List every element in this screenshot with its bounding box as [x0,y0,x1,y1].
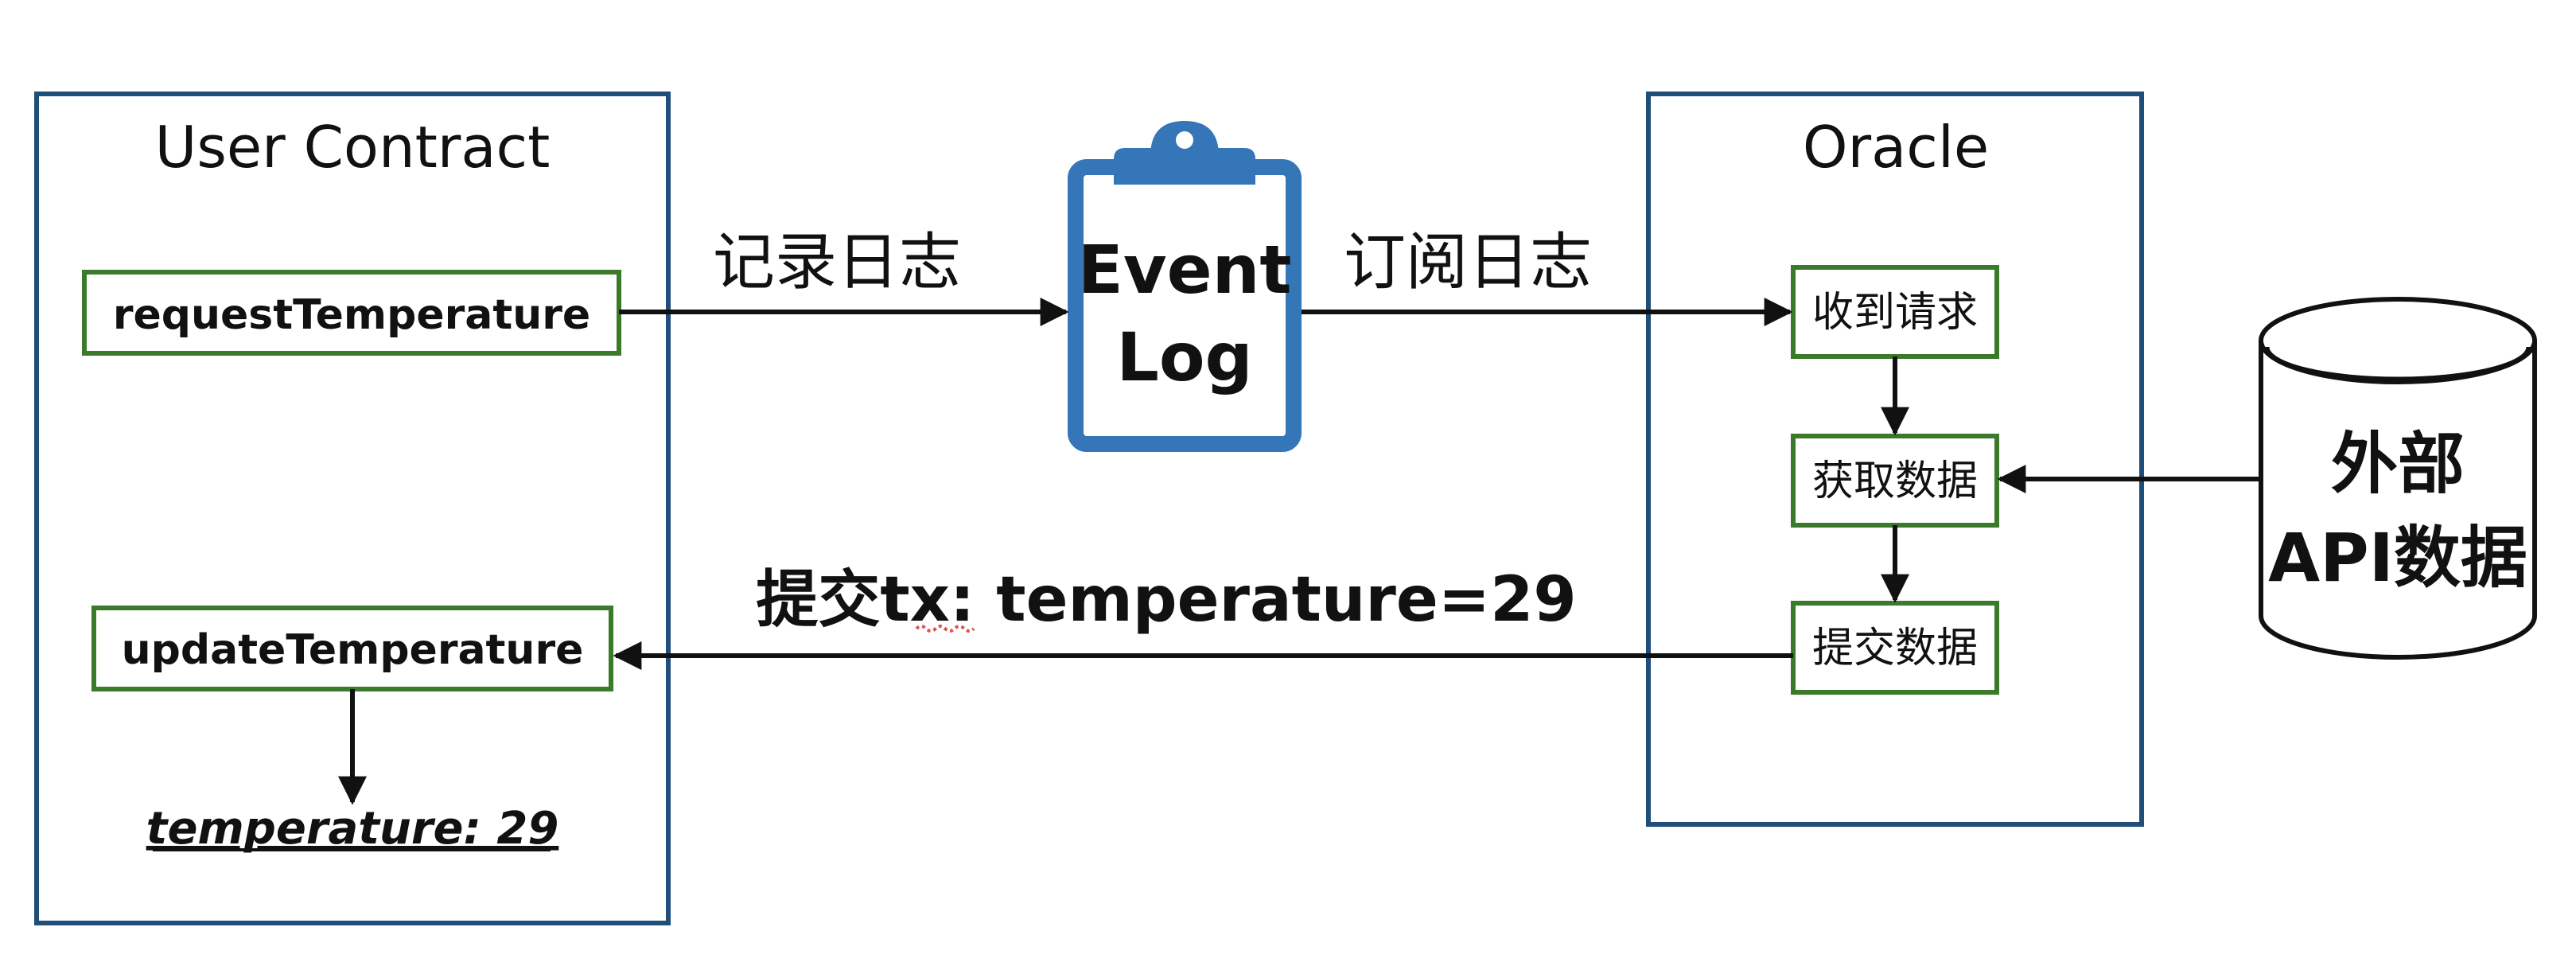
user-contract-container: User Contract requestTemperature updateT… [34,92,671,925]
oracle-container: Oracle 收到请求 获取数据 提交数据 [1646,92,2144,827]
event-log-clipboard: Event Log [1068,121,1302,452]
event-log-line1: Event [1077,231,1291,309]
external-api-line2: API数据 [2268,519,2527,597]
submit-tx-prefix: 提交 [756,564,880,636]
submit-tx-rest: : temperature=29 [950,564,1577,636]
event-log-line2: Log [1116,318,1252,396]
oracle-flow-diagram: User Contract requestTemperature updateT… [34,92,2537,925]
oracle-step-submit-label: 提交数据 [1812,625,1978,672]
external-api-line1: 外部 [2331,425,2465,503]
update-temperature-label: updateTemperature [122,626,584,674]
oracle-step-fetch-label: 获取数据 [1812,458,1978,505]
oracle-step-receive-label: 收到请求 [1812,289,1978,337]
subscribe-log-label: 订阅日志 [1344,227,1592,298]
user-contract-title: User Contract [155,114,551,181]
submit-tx-label: 提交tx: temperature=29 [756,564,1576,636]
temperature-result: temperature: 29 [146,803,559,855]
oracle-title: Oracle [1803,114,1989,181]
record-log-label: 记录日志 [713,227,961,298]
external-api-database: 外部 API数据 [2259,297,2537,660]
request-temperature-label: requestTemperature [113,291,590,339]
